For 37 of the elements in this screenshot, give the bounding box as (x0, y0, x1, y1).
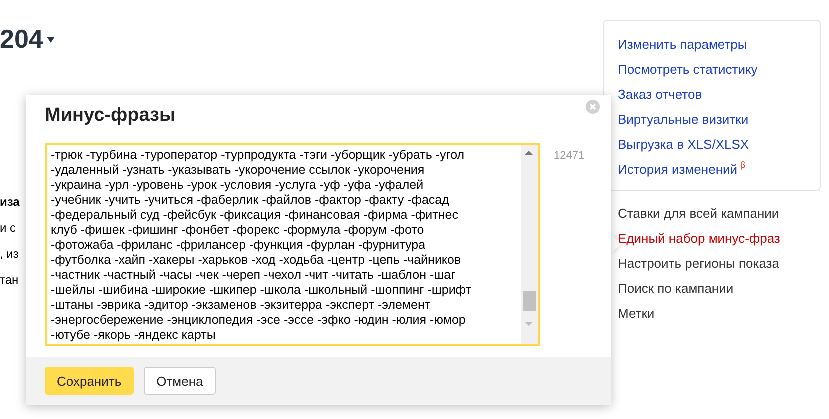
phrases-text-line: -энергосбережение -энциклопедия -эсе -эссе -эфко -юдин -юлия -юмор (51, 313, 466, 328)
background-text: тан (0, 273, 19, 287)
save-button[interactable]: Сохранить (45, 367, 134, 395)
phrases-text-line: -фотожаба -фриланс -фрилансер -функция -фурлан -фурнитура (51, 238, 426, 253)
beta-mark: β (740, 160, 746, 170)
dropdown-caret-icon[interactable] (47, 36, 56, 42)
background-text: иза (0, 195, 20, 209)
phrases-text-line: -шейлы -шибина -широкие -шкипер -школа -школьный -шоппинг -шрифт (51, 283, 472, 298)
phrases-text-line: -трюк -турбина -туроператор -турпродукта -тэги -уборщик -убрать -угол (51, 148, 465, 163)
action-link[interactable]: Выгрузка в XLS/XLSX (618, 135, 750, 155)
phrases-text-line: -штаны -эврика -эдитор -экзаменов -экзитерра -эксперт -элемент (51, 298, 431, 313)
scrollbar[interactable] (521, 145, 538, 344)
settings-link[interactable]: Настроить регионы показа (618, 254, 780, 274)
action-link[interactable]: Виртуальные визитки (618, 110, 749, 130)
action-link[interactable]: Заказ отчетов (618, 85, 702, 105)
campaign-number: 204 (0, 24, 44, 55)
background-text: , из (0, 247, 19, 261)
phrases-text-line: -футболка -хайп -хакеры -харьков -ход -ходьба -центр -цепь -чайников (51, 253, 462, 268)
phrases-text-line: -украина -урл -уровень -урок -условия -услуга -уф -уфа -уфалей (51, 178, 424, 193)
background-text: и с (0, 221, 16, 235)
settings-link[interactable]: Поиск по кампании (618, 279, 734, 299)
phrases-text-line: клуб -фишек -фишинг -фонбет -форекс -формула -форум -фото (51, 223, 424, 238)
dialog-title: Минус-фразы (45, 105, 176, 127)
character-counter: 12471 (554, 150, 585, 164)
phrases-text-line: -ютубе -якорь -яндекс карты (51, 328, 216, 343)
phrases-textarea[interactable] (45, 143, 540, 346)
phrases-text-line: -частник -частный -часы -чек -череп -чехол -чит -читать -шаблон -шаг (51, 268, 456, 283)
action-link[interactable]: История изменений $^{β}$ (618, 160, 746, 180)
phrases-text-line: -федеральный суд -фейсбук -фиксация -финансовая -фирма -фитнес (51, 208, 458, 223)
phrases-text-line: -удаленный -узнать -указывать -укорочение ссылок -укорочения (51, 163, 425, 178)
action-link[interactable]: Посмотреть статистику (618, 60, 758, 80)
settings-link[interactable]: Метки (618, 304, 655, 324)
action-link[interactable]: Изменить параметры (618, 35, 748, 55)
cancel-button[interactable]: Отмена (144, 367, 216, 395)
phrases-text-line: -учебник -учить -учиться -фаберлик -файлов -фактор -факту -фасад (51, 193, 450, 208)
settings-link[interactable]: Единый набор минус-фраз (618, 229, 780, 249)
settings-link[interactable]: Ставки для всей кампании (618, 204, 780, 224)
